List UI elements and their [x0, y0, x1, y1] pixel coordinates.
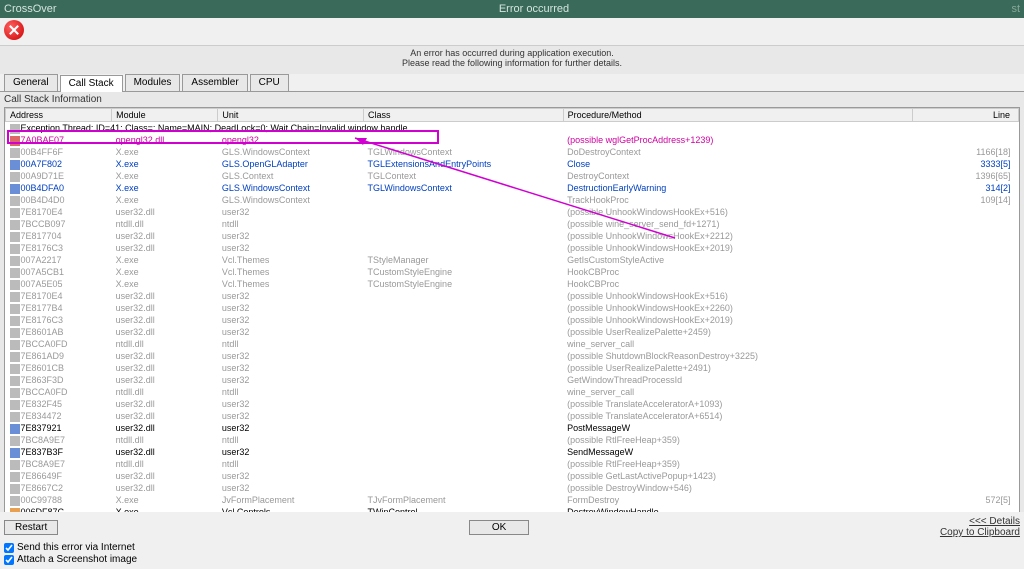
thread-header-text: Exception Thread: ID=41; Class=; Name=MA… [21, 123, 408, 133]
table-row[interactable]: 7BC8A9E7ntdll.dllntdll(possible RtlFreeH… [6, 458, 1019, 470]
callstack-table: Address Module Unit Class Procedure/Meth… [5, 108, 1019, 557]
row-icon [10, 328, 20, 338]
table-row[interactable]: 7E8667C2user32.dlluser32(possible Destro… [6, 482, 1019, 494]
error-icon [4, 20, 24, 40]
col-procedure[interactable]: Procedure/Method [563, 109, 912, 122]
table-row[interactable]: 7BCCB097ntdll.dllntdll(possible wine_ser… [6, 218, 1019, 230]
table-row[interactable]: 7E863F3Duser32.dlluser32GetWindowThreadP… [6, 374, 1019, 386]
attach-screenshot-checkbox[interactable] [4, 555, 14, 565]
titlebar: CrossOver Error occurred st [0, 0, 1024, 18]
row-icon [10, 280, 20, 290]
row-icon [10, 220, 20, 230]
copy-link[interactable]: Copy to Clipboard [940, 527, 1020, 538]
row-icon [10, 448, 20, 458]
col-module[interactable]: Module [112, 109, 218, 122]
row-icon [10, 316, 20, 326]
table-row[interactable]: 007A5E05X.exeVcl.ThemesTCustomStyleEngin… [6, 278, 1019, 290]
table-row[interactable]: 7E86649Fuser32.dlluser32(possible GetLas… [6, 470, 1019, 482]
table-row[interactable]: 7BCCA0FDntdll.dllntdllwine_server_call [6, 386, 1019, 398]
col-unit[interactable]: Unit [218, 109, 364, 122]
table-row[interactable]: 00B4FF6FX.exeGLS.WindowsContextTGLWindow… [6, 146, 1019, 158]
footer: Restart OK <<< Details Copy to Clipboard… [0, 512, 1024, 569]
table-row[interactable]: 7E8170E4user32.dlluser32(possible Unhook… [6, 206, 1019, 218]
restart-button[interactable]: Restart [4, 520, 58, 535]
table-row[interactable]: 7E861AD9user32.dlluser32(possible Shutdo… [6, 350, 1019, 362]
table-row[interactable]: 7E817704user32.dlluser32(possible Unhook… [6, 230, 1019, 242]
tab-cpu[interactable]: CPU [250, 74, 289, 91]
titlebar-app: CrossOver [4, 3, 57, 15]
table-row[interactable]: 7BCCA0FDntdll.dllntdllwine_server_call [6, 338, 1019, 350]
send-error-checkbox[interactable] [4, 543, 14, 553]
row-icon [10, 364, 20, 374]
tab-general[interactable]: General [4, 74, 58, 91]
table-row[interactable]: 007A5CB1X.exeVcl.ThemesTCustomStyleEngin… [6, 266, 1019, 278]
row-icon [10, 256, 20, 266]
table-row[interactable]: 7E834472user32.dlluser32(possible Transl… [6, 410, 1019, 422]
ok-button[interactable]: OK [469, 520, 529, 535]
tab-assembler[interactable]: Assembler [182, 74, 247, 91]
row-icon [10, 460, 20, 470]
table-row[interactable]: 7E8177B4user32.dlluser32(possible Unhook… [6, 302, 1019, 314]
error-line2: Please read the following information fo… [0, 58, 1024, 68]
table-row[interactable]: 7E8170E4user32.dlluser32(possible Unhook… [6, 290, 1019, 302]
row-icon [10, 424, 20, 434]
row-icon [10, 496, 20, 506]
row-icon [10, 400, 20, 410]
titlebar-title: Error occurred [57, 3, 1012, 15]
row-icon [10, 208, 20, 218]
send-error-check[interactable]: Send this error via Internet [4, 542, 1020, 553]
section-title: Call Stack Information [0, 92, 1024, 107]
table-header: Address Module Unit Class Procedure/Meth… [6, 109, 1019, 122]
row-icon [10, 472, 20, 482]
row-icon [10, 136, 20, 146]
table-row[interactable]: 00C99788X.exeJvFormPlacementTJvFormPlace… [6, 494, 1019, 506]
details-link[interactable]: <<< Details [940, 516, 1020, 527]
row-icon [10, 172, 20, 182]
table-row[interactable]: 00B4D4D0X.exeGLS.WindowsContextTrackHook… [6, 194, 1019, 206]
tab-callstack[interactable]: Call Stack [60, 75, 123, 92]
error-message: An error has occurred during application… [0, 46, 1024, 74]
table-row[interactable]: 00B4DFA0X.exeGLS.WindowsContextTGLWindow… [6, 182, 1019, 194]
thread-header-row[interactable]: Exception Thread: ID=41; Class=; Name=MA… [6, 122, 1019, 135]
row-icon [10, 436, 20, 446]
row-icon [10, 148, 20, 158]
col-class[interactable]: Class [364, 109, 564, 122]
callstack-table-wrap[interactable]: Address Module Unit Class Procedure/Meth… [4, 107, 1020, 557]
table-row[interactable]: 00A7F802X.exeGLS.OpenGLAdapterTGLExtensi… [6, 158, 1019, 170]
tabs: General Call Stack Modules Assembler CPU [0, 74, 1024, 92]
table-row[interactable]: 7E837921user32.dlluser32PostMessageW [6, 422, 1019, 434]
row-icon [10, 232, 20, 242]
table-row[interactable]: 00A9D71EX.exeGLS.ContextTGLContextDestro… [6, 170, 1019, 182]
attach-screenshot-check[interactable]: Attach a Screenshot image [4, 554, 1020, 565]
table-row[interactable]: 7BC8A9E7ntdll.dllntdll(possible RtlFreeH… [6, 434, 1019, 446]
row-icon [10, 352, 20, 362]
titlebar-right: st [1011, 3, 1020, 15]
row-icon [10, 244, 20, 254]
row-icon [10, 340, 20, 350]
row-icon [10, 196, 20, 206]
table-row[interactable]: 7E8601ABuser32.dlluser32(possible UserRe… [6, 326, 1019, 338]
row-icon [10, 184, 20, 194]
table-row[interactable]: 7E8176C3user32.dlluser32(possible Unhook… [6, 314, 1019, 326]
thread-icon [10, 124, 20, 134]
table-row[interactable]: 7E832F45user32.dlluser32(possible Transl… [6, 398, 1019, 410]
table-row[interactable]: 7E8601CBuser32.dlluser32(possible UserRe… [6, 362, 1019, 374]
row-icon [10, 160, 20, 170]
table-row[interactable]: 7A0BAF07opengl32.dllopengl32(possible wg… [6, 134, 1019, 146]
row-icon [10, 268, 20, 278]
row-icon [10, 412, 20, 422]
row-icon [10, 304, 20, 314]
col-line[interactable]: Line [912, 109, 1018, 122]
error-line1: An error has occurred during application… [0, 48, 1024, 58]
table-row[interactable]: 7E8176C3user32.dlluser32(possible Unhook… [6, 242, 1019, 254]
row-icon [10, 388, 20, 398]
table-row[interactable]: 007A2217X.exeVcl.ThemesTStyleManagerGetI… [6, 254, 1019, 266]
row-icon [10, 376, 20, 386]
icon-row [0, 18, 1024, 46]
row-icon [10, 292, 20, 302]
table-row[interactable]: 7E837B3Fuser32.dlluser32SendMessageW [6, 446, 1019, 458]
tab-modules[interactable]: Modules [125, 74, 181, 91]
col-address[interactable]: Address [6, 109, 112, 122]
row-icon [10, 484, 20, 494]
